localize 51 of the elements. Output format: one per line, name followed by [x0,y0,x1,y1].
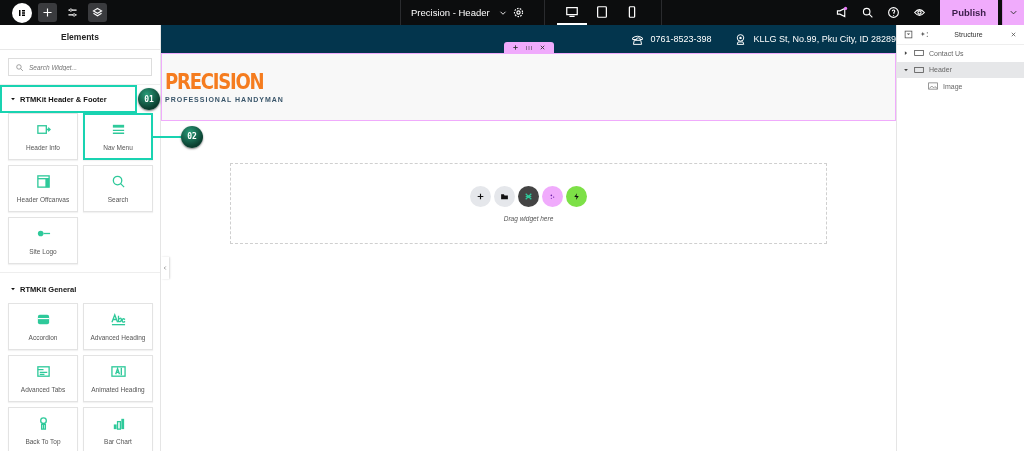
add-icon [41,6,54,19]
caret-down-icon[interactable] [903,66,909,73]
toolbar-button[interactable] [38,3,57,22]
chevron-left-icon [162,265,168,271]
quick-add-button[interactable] [566,185,587,207]
template-library-button[interactable] [494,185,515,207]
close-icon[interactable] [539,44,546,51]
address-text: KLLG St, No.99, Pku City, ID 28289 [753,34,896,44]
tabs-icon [35,364,51,379]
sparkle-icon [919,30,929,39]
panel-title: Elements [0,25,160,50]
info-icon [35,122,51,137]
add-icon[interactable] [512,44,519,51]
leader-line [153,135,181,138]
eye-icon [912,6,926,19]
publish-button[interactable]: Publish [940,0,998,25]
editor-logo[interactable] [12,2,32,23]
folder-icon [500,191,509,201]
document-title-dropdown[interactable]: Precision - Header [411,0,508,25]
accordion-icon [35,312,51,327]
panel-icon [35,174,51,189]
search-icon [15,62,24,72]
help-icon [886,6,900,19]
caret-right-icon[interactable] [903,50,909,57]
kit-library-button[interactable] [518,185,539,207]
text-frame-icon [110,364,126,379]
desktop-icon [564,4,579,19]
drag-handle-icon[interactable] [525,43,533,52]
kit-logo-icon [524,191,533,201]
logo-title: PRECISION [165,71,264,93]
search-icon [860,6,874,19]
phone-number: 0761-8523-398 [650,34,712,44]
megaphone-icon [834,6,848,19]
magnifier-icon [110,174,126,189]
close-icon [1009,31,1017,38]
sliders-icon [66,6,79,19]
caret-down-icon [10,96,16,102]
toolbar-button[interactable] [88,3,107,22]
section-handle[interactable] [504,42,554,53]
image-icon [928,81,938,92]
container-icon [914,64,924,75]
container-icon [914,48,924,59]
add-icon [476,191,485,201]
menu-icon [110,122,126,137]
collapse-icon [903,30,913,39]
caret-down-icon [10,286,16,292]
settings-icon [512,6,526,19]
text-icon [110,312,126,327]
layers-icon [91,6,104,19]
tablet-icon [594,4,609,19]
lightning-icon [572,191,581,201]
